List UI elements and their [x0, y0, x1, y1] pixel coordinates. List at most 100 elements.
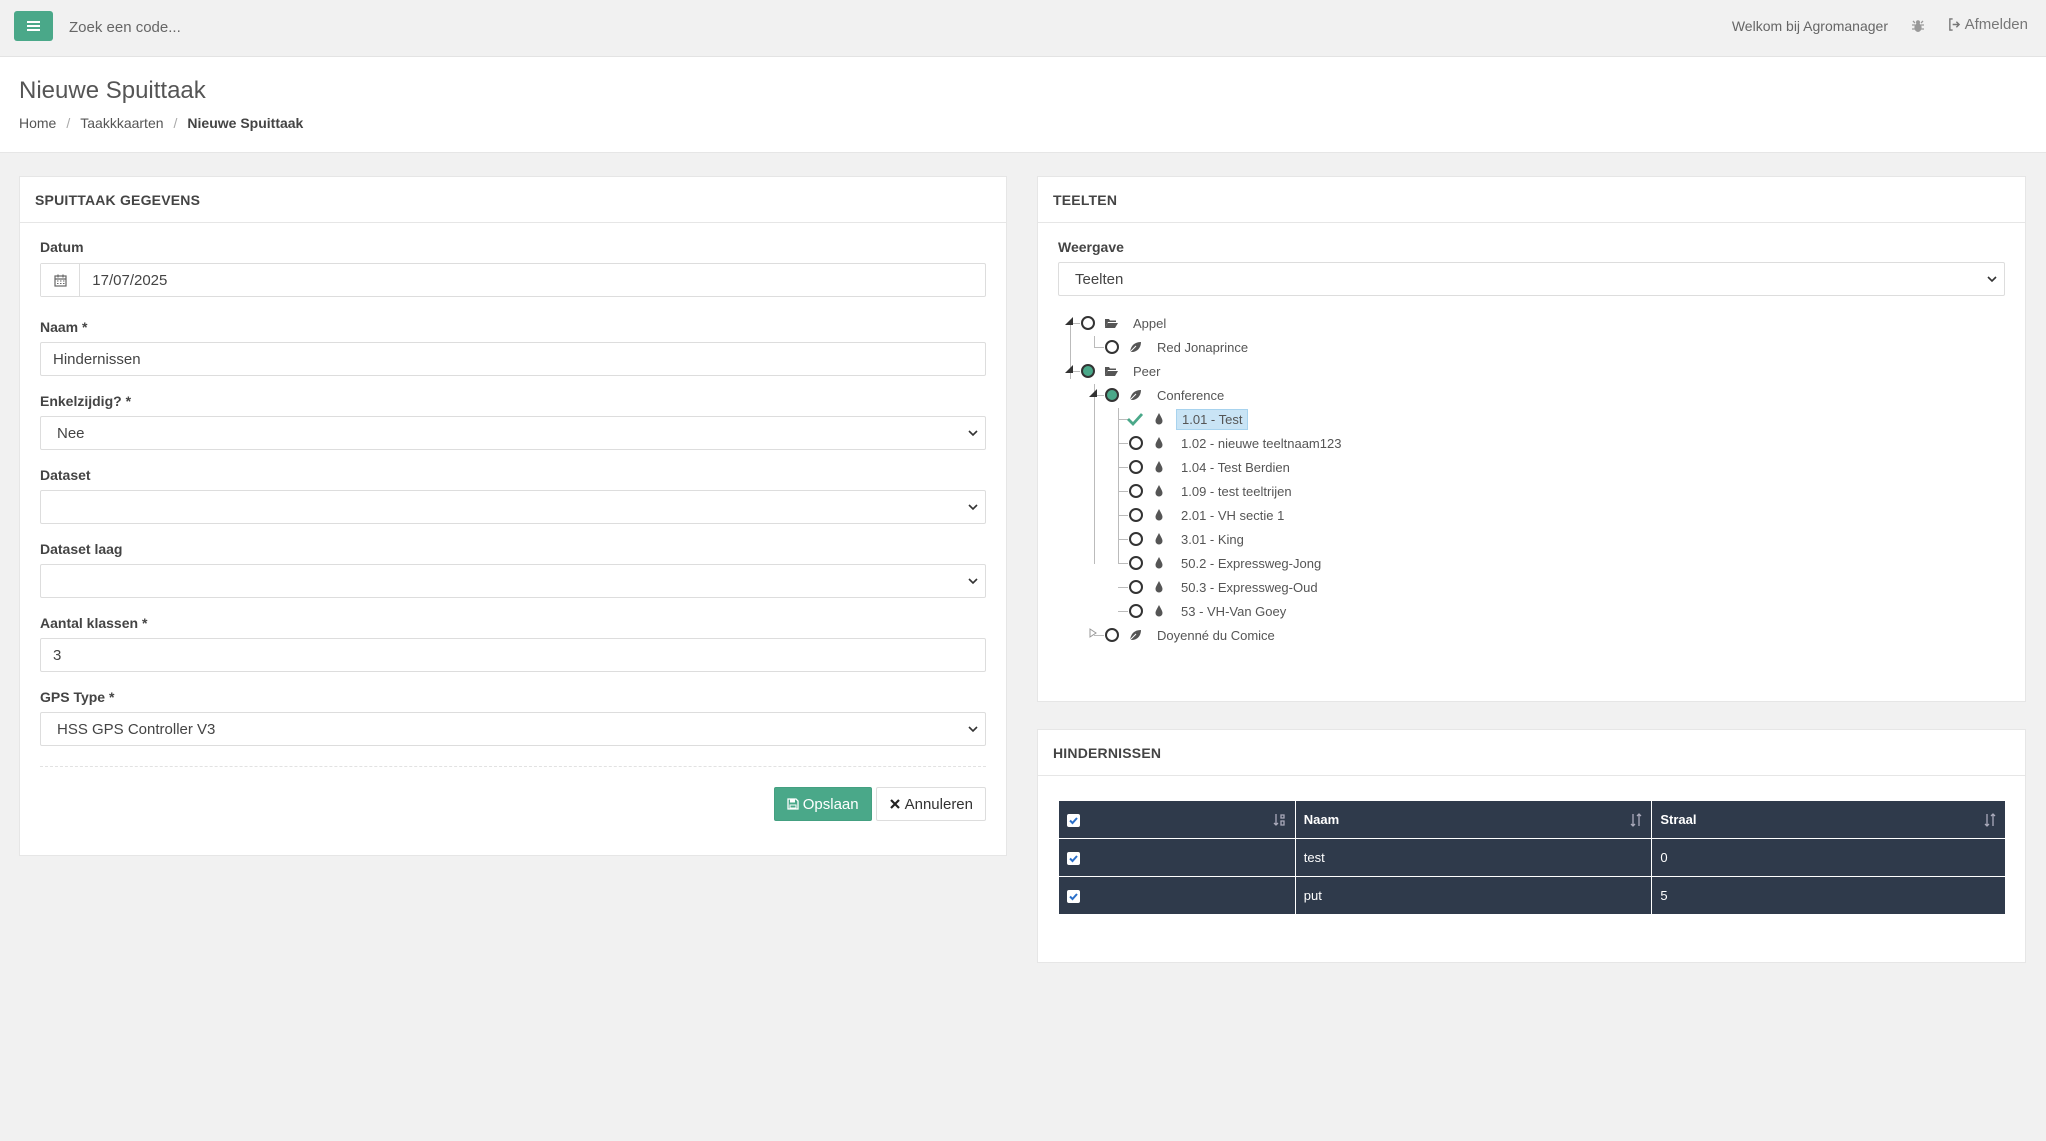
- datum-input[interactable]: [80, 264, 985, 296]
- tree-label[interactable]: 50.2 - Expressweg-Jong: [1176, 554, 1326, 573]
- tree-node-item: 1.04 - Test Berdien: [1129, 456, 1295, 478]
- save-label: Opslaan: [802, 795, 859, 813]
- cancel-button[interactable]: Annuleren: [875, 787, 986, 821]
- logout-link[interactable]: Afmelden: [1948, 16, 2028, 33]
- leaf-icon: [1129, 630, 1141, 641]
- tree-label[interactable]: 3.01 - King: [1176, 530, 1249, 549]
- menu-toggle-button[interactable]: [14, 11, 53, 41]
- breadcrumb-separator: /: [173, 115, 178, 131]
- check-icon: [1069, 893, 1078, 901]
- tree-node-red-jonaprince: Red Jonaprince: [1105, 336, 1253, 358]
- tree-radio[interactable]: [1105, 340, 1119, 354]
- panel-title: SPUITTAAK GEGEVENS: [20, 177, 1006, 223]
- tree-label-selected[interactable]: 1.01 - Test: [1176, 408, 1249, 430]
- column-header-naam[interactable]: Naam: [1294, 800, 1653, 839]
- breadcrumb-taakkaarten[interactable]: Taakkkaarten: [80, 115, 163, 131]
- tree-node-doyenne: Doyenné du Comice: [1105, 624, 1280, 646]
- weergave-label: Weergave: [1058, 239, 1124, 255]
- tree-label[interactable]: Appel: [1128, 314, 1171, 333]
- tree-label[interactable]: 2.01 - VH sectie 1: [1176, 506, 1289, 525]
- enkelzijdig-select-wrap: Nee: [40, 416, 986, 450]
- expand-toggle-icon[interactable]: [1088, 628, 1098, 638]
- hindernissen-panel: HINDERNISSEN Naam Straal test 0 put 5: [1037, 729, 2026, 963]
- spuittaak-form: Datum Naam * Enkelzijdig? * Nee: [20, 223, 1006, 821]
- tree-label[interactable]: 50.3 - Expressweg-Oud: [1176, 578, 1323, 597]
- panel-title: TEELTEN: [1038, 177, 2025, 223]
- tree-node-item: 1.09 - test teeltrijen: [1129, 480, 1297, 502]
- bug-icon[interactable]: [1910, 18, 1926, 34]
- drop-icon: [1155, 557, 1163, 569]
- tree-node-item: 1.01 - Test: [1127, 408, 1249, 430]
- row-select-cell: [1058, 876, 1296, 915]
- klassen-label: Aantal klassen *: [40, 615, 148, 631]
- gps-label: GPS Type *: [40, 689, 115, 705]
- floppy-disk-icon: [787, 798, 799, 810]
- gps-select-wrap: HSS GPS Controller V3: [40, 712, 986, 746]
- cancel-label: Annuleren: [904, 795, 973, 813]
- tree-label[interactable]: Peer: [1128, 362, 1165, 381]
- checkmark-icon[interactable]: [1127, 411, 1143, 427]
- naam-input[interactable]: [40, 342, 986, 376]
- welcome-text: Welkom bij Agromanager: [1731, 18, 1888, 34]
- page-header: Nieuwe Spuittaak Home / Taakkkaarten / N…: [0, 57, 2046, 153]
- klassen-input[interactable]: [40, 638, 986, 672]
- enkelzijdig-select[interactable]: Nee: [40, 416, 986, 450]
- breadcrumb-home[interactable]: Home: [19, 115, 56, 131]
- dataset-laag-select-wrap: [40, 564, 986, 598]
- save-button[interactable]: Opslaan: [773, 787, 872, 821]
- cell-straal: 5: [1651, 876, 2006, 915]
- tree-radio[interactable]: [1129, 484, 1143, 498]
- cell-naam: put: [1294, 876, 1653, 915]
- tree-radio[interactable]: [1129, 580, 1143, 594]
- tree-label[interactable]: 1.02 - nieuwe teeltnaam123: [1176, 434, 1346, 453]
- breadcrumb: Home / Taakkkaarten / Nieuwe Spuittaak: [19, 115, 303, 131]
- tree-label[interactable]: 53 - VH-Van Goey: [1176, 602, 1291, 621]
- drop-icon: [1155, 509, 1163, 521]
- calendar-button[interactable]: [41, 264, 81, 296]
- tree-node-item: 50.2 - Expressweg-Jong: [1129, 552, 1326, 574]
- weergave-select[interactable]: Teelten: [1058, 262, 2005, 296]
- collapse-toggle-icon[interactable]: [1064, 364, 1074, 374]
- tree-label[interactable]: 1.04 - Test Berdien: [1176, 458, 1295, 477]
- tree-label[interactable]: Red Jonaprince: [1152, 338, 1253, 357]
- gps-select[interactable]: HSS GPS Controller V3: [40, 712, 986, 746]
- folder-open-icon: [1105, 319, 1118, 328]
- sort-icon[interactable]: [1983, 813, 1997, 827]
- tree-label[interactable]: Doyenné du Comice: [1152, 626, 1280, 645]
- tree-node-peer: Peer: [1081, 360, 1165, 382]
- tree-node-item: 50.3 - Expressweg-Oud: [1129, 576, 1323, 598]
- hamburger-icon: [27, 21, 40, 31]
- select-all-checkbox[interactable]: [1067, 814, 1080, 828]
- table-row[interactable]: put 5: [1058, 876, 2006, 915]
- tree-label[interactable]: 1.09 - test teeltrijen: [1176, 482, 1297, 501]
- collapse-toggle-icon[interactable]: [1088, 388, 1098, 398]
- tree-radio[interactable]: [1129, 508, 1143, 522]
- tree-radio[interactable]: [1129, 604, 1143, 618]
- table-row[interactable]: test 0: [1058, 838, 2006, 877]
- sort-icon[interactable]: [1629, 813, 1643, 827]
- search-input[interactable]: [62, 13, 482, 41]
- tree-radio[interactable]: [1129, 436, 1143, 450]
- dataset-select[interactable]: [40, 490, 986, 524]
- tree-radio[interactable]: [1129, 460, 1143, 474]
- tree-radio[interactable]: [1129, 556, 1143, 570]
- calendar-icon: [54, 274, 67, 287]
- datum-label: Datum: [40, 239, 84, 255]
- tree-radio[interactable]: [1105, 628, 1119, 642]
- drop-icon: [1155, 437, 1163, 449]
- tree-label[interactable]: Conference: [1152, 386, 1229, 405]
- tree-radio[interactable]: [1105, 388, 1119, 402]
- row-checkbox[interactable]: [1067, 852, 1080, 866]
- tree-radio[interactable]: [1129, 532, 1143, 546]
- naam-label: Naam *: [40, 319, 88, 335]
- tree-radio[interactable]: [1081, 364, 1095, 378]
- collapse-toggle-icon[interactable]: [1064, 316, 1074, 326]
- check-icon: [1069, 817, 1078, 825]
- tree-radio[interactable]: [1081, 316, 1095, 330]
- dataset-laag-select[interactable]: [40, 564, 986, 598]
- datum-input-group: [40, 263, 986, 297]
- row-checkbox[interactable]: [1067, 890, 1080, 904]
- tree-node-conference: Conference: [1105, 384, 1229, 406]
- column-header-straal[interactable]: Straal: [1651, 800, 2006, 839]
- sort-icon[interactable]: [1273, 813, 1287, 827]
